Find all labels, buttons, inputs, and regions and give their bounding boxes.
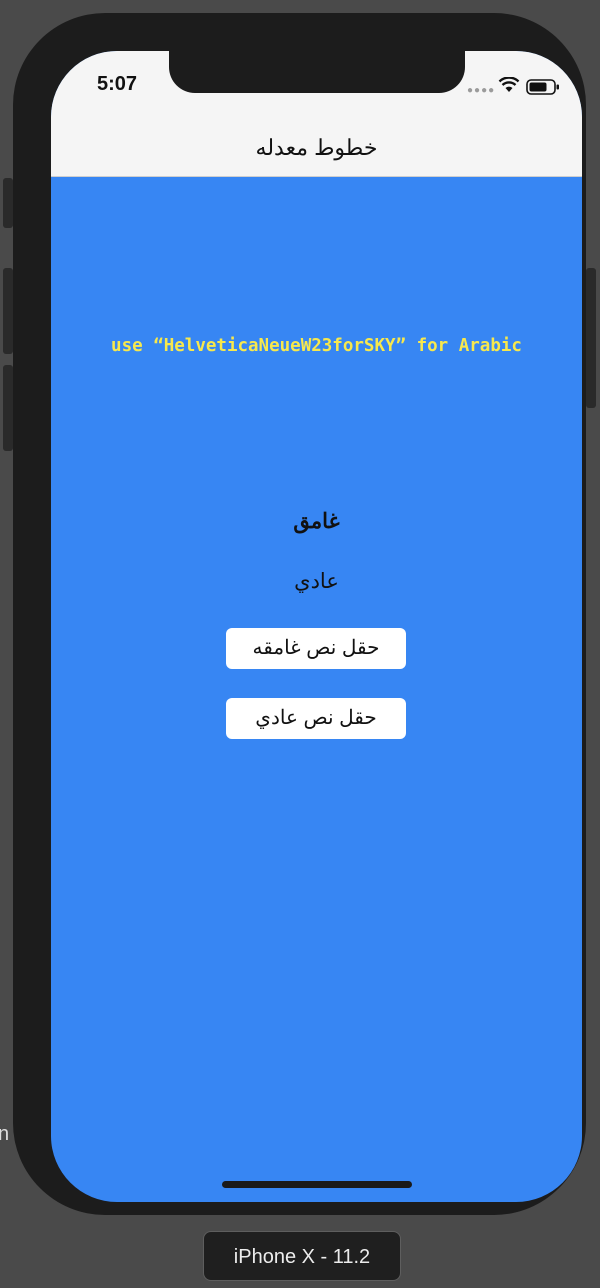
mute-switch xyxy=(3,178,13,228)
font-hint-text: use “HelveticaNeueW23forSKY” for Arabic xyxy=(111,336,522,356)
status-bar: 5:07 ●●●● xyxy=(51,51,582,119)
home-indicator[interactable] xyxy=(222,1181,412,1188)
simulator-left-edge-text: n xyxy=(0,1123,10,1145)
regular-text-field[interactable]: حقل نص عادي xyxy=(226,698,406,739)
regular-label: عادي xyxy=(294,570,339,593)
bold-text-field[interactable]: حقل نص غامقه xyxy=(226,628,406,669)
volume-down-button xyxy=(3,365,13,451)
bold-text-field-value: حقل نص غامقه xyxy=(252,637,380,659)
nav-title: خطوط معدله xyxy=(255,135,378,160)
battery-icon xyxy=(526,79,559,95)
navigation-bar: خطوط معدله xyxy=(51,119,582,177)
app-screen: 5:07 ●●●● خطوط معدله use “HelveticaNeueW… xyxy=(51,51,582,1202)
volume-up-button xyxy=(3,268,13,354)
wifi-icon xyxy=(498,77,520,92)
device-frame: 5:07 ●●●● خطوط معدله use “HelveticaNeueW… xyxy=(3,13,596,1215)
notch xyxy=(169,51,465,93)
simulator-device-label: iPhone X - 11.2 xyxy=(203,1231,401,1281)
status-time: 5:07 xyxy=(97,73,138,95)
bold-label: غامق xyxy=(293,510,340,533)
regular-text-field-value: حقل نص عادي xyxy=(255,707,377,729)
power-button xyxy=(586,268,596,408)
cellular-dots-icon: ●●●● xyxy=(467,85,496,96)
